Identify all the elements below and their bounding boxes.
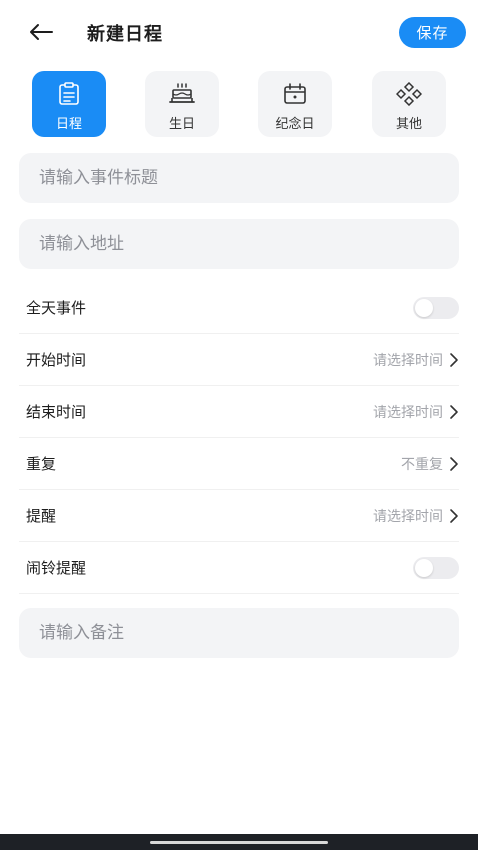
toggle-knob [415, 298, 433, 317]
repeat-value: 不重复 [401, 456, 443, 473]
header-bar: 新建日程 保存 [0, 0, 478, 64]
all-day-label: 全天事件 [26, 299, 87, 317]
note-field [19, 608, 459, 658]
end-time-label: 结束时间 [26, 403, 87, 421]
alarm-label: 闹铃提醒 [26, 559, 87, 577]
type-anniversary-button[interactable]: 纪念日 [258, 71, 332, 137]
event-title-field [19, 153, 459, 203]
home-indicator[interactable] [150, 841, 328, 844]
save-button[interactable]: 保存 [399, 17, 466, 48]
all-day-row: 全天事件 [19, 282, 459, 334]
diamonds-icon [396, 81, 422, 107]
repeat-row[interactable]: 重复 不重复 [19, 438, 459, 490]
clipboard-list-icon [56, 81, 82, 107]
type-label: 其他 [395, 117, 422, 132]
repeat-label: 重复 [26, 455, 57, 473]
chevron-right-icon [450, 404, 458, 419]
chevron-right-icon [450, 508, 458, 523]
event-title-input[interactable] [39, 168, 459, 188]
toggle-knob [415, 558, 433, 577]
type-schedule-button[interactable]: 日程 [32, 71, 106, 137]
chevron-right-icon [450, 352, 458, 367]
end-time-row[interactable]: 结束时间 请选择时间 [19, 386, 459, 438]
start-time-row[interactable]: 开始时间 请选择时间 [19, 334, 459, 386]
back-button[interactable] [26, 18, 56, 46]
address-field [19, 219, 459, 269]
type-label: 生日 [168, 117, 195, 132]
alarm-row: 闹铃提醒 [19, 542, 459, 594]
type-label: 纪念日 [275, 117, 315, 132]
calendar-icon [282, 81, 308, 107]
type-label: 日程 [55, 117, 82, 132]
event-type-selector: 日程 生日 纪念日 其他 [32, 71, 446, 137]
start-time-label: 开始时间 [26, 351, 87, 369]
type-birthday-button[interactable]: 生日 [145, 71, 219, 137]
arrow-left-icon [30, 24, 53, 40]
birthday-cake-icon [169, 81, 195, 107]
type-other-button[interactable]: 其他 [372, 71, 446, 137]
note-input[interactable] [39, 623, 459, 643]
end-time-value: 请选择时间 [373, 404, 443, 421]
all-day-toggle[interactable] [413, 296, 459, 319]
reminder-value: 请选择时间 [373, 508, 443, 525]
reminder-label: 提醒 [26, 507, 57, 525]
chevron-right-icon [450, 456, 458, 471]
alarm-toggle[interactable] [413, 556, 459, 579]
start-time-value: 请选择时间 [373, 352, 443, 369]
reminder-row[interactable]: 提醒 请选择时间 [19, 490, 459, 542]
page-title: 新建日程 [87, 24, 163, 45]
address-input[interactable] [39, 234, 459, 254]
system-nav-bar [0, 834, 478, 850]
